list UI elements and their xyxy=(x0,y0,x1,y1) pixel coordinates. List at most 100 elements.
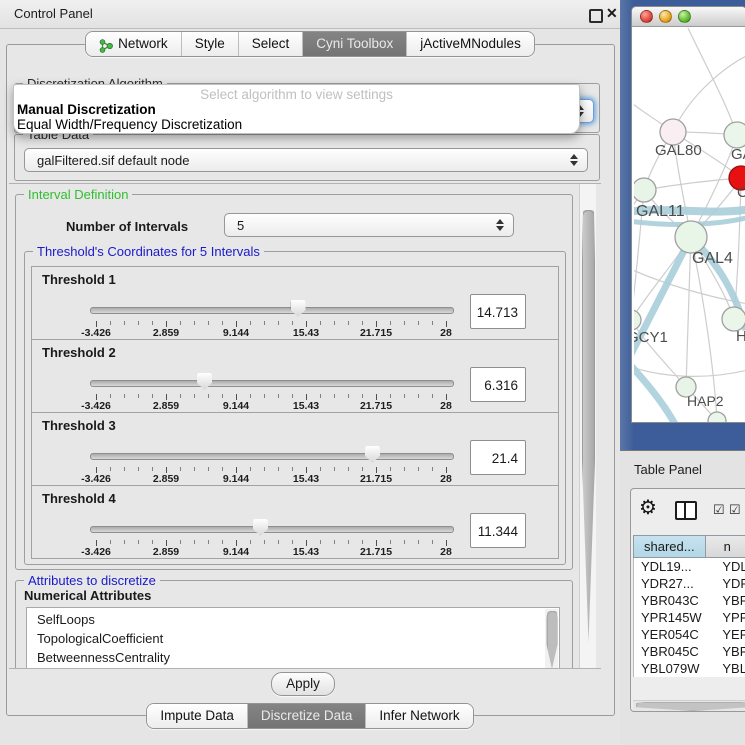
scale-label: 2.859 xyxy=(136,473,196,485)
select-all-checkbox-icon[interactable]: ☑ xyxy=(713,503,725,516)
network-canvas[interactable]: GAL80GACGAL11GAL4GCY1HHAP2 xyxy=(634,28,745,422)
tab-cyni-toolbox[interactable]: Cyni Toolbox xyxy=(302,32,406,56)
close-icon[interactable]: ✕ xyxy=(606,5,618,22)
deselect-all-checkbox-icon[interactable]: ☑ xyxy=(729,503,741,516)
scale-label: 9.144 xyxy=(206,400,266,412)
algorithm-option-manual-discretization[interactable]: Manual Discretization xyxy=(17,102,156,117)
tick-mark xyxy=(222,394,223,398)
cell-shared-name[interactable]: YBR043C xyxy=(634,592,715,609)
attribute-item[interactable]: SelfLoops xyxy=(37,610,559,629)
table-row[interactable]: YDR27...YDR2 xyxy=(634,575,745,592)
table-row[interactable]: YBR045CYBR0 xyxy=(634,643,745,660)
table-header-row: shared... n xyxy=(633,535,745,558)
slider-thumb[interactable] xyxy=(365,446,380,463)
threshold-panel-3: Threshold 3-3.4262.8599.14415.4321.71528… xyxy=(31,412,559,486)
attribute-items: SelfLoopsTopologicalCoefficientBetweenne… xyxy=(27,608,559,667)
scrollbar-thumb[interactable] xyxy=(547,611,558,669)
tick-mark xyxy=(404,467,405,471)
apply-button[interactable]: Apply xyxy=(271,672,335,696)
network-node-node-ga[interactable] xyxy=(724,122,745,148)
column-header-shared-name[interactable]: shared... xyxy=(633,535,706,558)
network-window-frame: GAL80GACGAL11GAL4GCY1HHAP2 xyxy=(620,0,745,450)
gear-icon[interactable]: ⚙ xyxy=(639,498,657,518)
tick-mark xyxy=(180,540,181,544)
attribute-item[interactable]: BetweennessCentrality xyxy=(37,648,559,667)
columns-icon[interactable] xyxy=(675,501,697,520)
cell-name[interactable]: YBR0 xyxy=(715,643,745,660)
cell-name[interactable]: YPR1 xyxy=(715,609,745,626)
slider-thumb[interactable] xyxy=(291,300,306,317)
cell-shared-name[interactable]: YDL19... xyxy=(634,558,715,575)
table-row[interactable]: YER054CYER0 xyxy=(634,626,745,643)
network-node-gal11[interactable] xyxy=(634,178,656,202)
tick-mark xyxy=(152,467,153,471)
settings-vertical-scrollbar[interactable] xyxy=(579,184,596,668)
network-node-gcy1[interactable] xyxy=(634,310,641,330)
tick-mark xyxy=(250,540,251,544)
numerical-attributes-label: Numerical Attributes xyxy=(24,588,151,603)
zoom-traffic-light[interactable] xyxy=(678,10,691,23)
tick-mark xyxy=(152,321,153,325)
column-header-name[interactable]: n xyxy=(706,535,745,558)
numerical-attributes-list[interactable]: SelfLoopsTopologicalCoefficientBetweenne… xyxy=(26,607,560,669)
float-icon[interactable] xyxy=(589,9,603,23)
cell-shared-name[interactable]: YBR045C xyxy=(634,643,715,660)
tab-infer-network[interactable]: Infer Network xyxy=(365,704,472,728)
tab-label: Impute Data xyxy=(160,704,234,728)
attribute-item[interactable]: TopologicalCoefficient xyxy=(37,629,559,648)
threshold-value-field[interactable]: 11.344 xyxy=(470,513,526,548)
num-intervals-label: Number of Intervals xyxy=(66,219,188,234)
scrollbar-thumb[interactable] xyxy=(582,210,595,642)
tick-mark xyxy=(180,467,181,471)
node-label-node-h: H xyxy=(736,328,745,345)
slider-track[interactable] xyxy=(90,526,454,533)
cell-name[interactable]: YBL0 xyxy=(715,660,745,677)
table-row[interactable]: YPR145WYPR1 xyxy=(634,609,745,626)
cell-name[interactable]: YBR0 xyxy=(715,592,745,609)
cell-shared-name[interactable]: YER054C xyxy=(634,626,715,643)
scale-label: 9.144 xyxy=(206,473,266,485)
tick-mark xyxy=(264,540,265,544)
table-row[interactable]: YBR043CYBR0 xyxy=(634,592,745,609)
cell-name[interactable]: YER0 xyxy=(715,626,745,643)
threshold-value-field[interactable]: 21.4 xyxy=(470,440,526,475)
tab-impute-data[interactable]: Impute Data xyxy=(147,704,247,728)
slider-thumb[interactable] xyxy=(253,519,268,536)
tab-select[interactable]: Select xyxy=(238,32,303,56)
slider-track[interactable] xyxy=(90,380,454,387)
tab-discretize-data[interactable]: Discretize Data xyxy=(247,704,366,728)
cell-name[interactable]: YDR2 xyxy=(715,575,745,592)
tab-label: Discretize Data xyxy=(261,704,353,728)
threshold-panel-4: Threshold 4-3.4262.8599.14415.4321.71528… xyxy=(31,485,559,559)
scrollbar-thumb[interactable] xyxy=(636,702,745,711)
tick-mark xyxy=(418,540,419,544)
slider-track[interactable] xyxy=(90,307,454,314)
table-data-combo[interactable]: galFiltered.sif default node xyxy=(24,148,588,172)
threshold-value-field[interactable]: 6.316 xyxy=(470,367,526,402)
minimize-traffic-light[interactable] xyxy=(659,10,672,23)
threshold-value-field[interactable]: 14.713 xyxy=(470,294,526,329)
tab-style[interactable]: Style xyxy=(181,32,238,56)
list-vertical-scrollbar[interactable] xyxy=(545,609,558,669)
table-row[interactable]: YBL079WYBL0 xyxy=(634,660,745,677)
network-node-gal4[interactable] xyxy=(675,221,707,253)
table-row[interactable]: YDL19...YDL1 xyxy=(634,558,745,575)
num-intervals-spinner[interactable]: 5 xyxy=(224,213,514,237)
thresholds-group-title: Threshold's Coordinates for 5 Intervals xyxy=(33,244,264,259)
tab-network[interactable]: Network xyxy=(86,32,181,56)
algorithm-option-equal-width-frequency-discretization[interactable]: Equal Width/Frequency Discretization xyxy=(17,117,242,132)
cell-name[interactable]: YDL1 xyxy=(715,558,745,575)
cell-shared-name[interactable]: YDR27... xyxy=(634,575,715,592)
close-traffic-light[interactable] xyxy=(640,10,653,23)
slider-thumb[interactable] xyxy=(197,373,212,390)
tick-mark xyxy=(264,467,265,471)
network-window-titlebar[interactable] xyxy=(632,7,745,27)
tick-mark xyxy=(362,467,363,471)
scale-label: 15.43 xyxy=(276,546,336,558)
cell-shared-name[interactable]: YPR145W xyxy=(634,609,715,626)
table-horizontal-scrollbar[interactable] xyxy=(633,700,745,711)
tab-jactivemnodules[interactable]: jActiveMNodules xyxy=(406,32,534,56)
cell-shared-name[interactable]: YBL079W xyxy=(634,660,715,677)
slider-track[interactable] xyxy=(90,453,454,460)
tick-mark xyxy=(292,540,293,544)
